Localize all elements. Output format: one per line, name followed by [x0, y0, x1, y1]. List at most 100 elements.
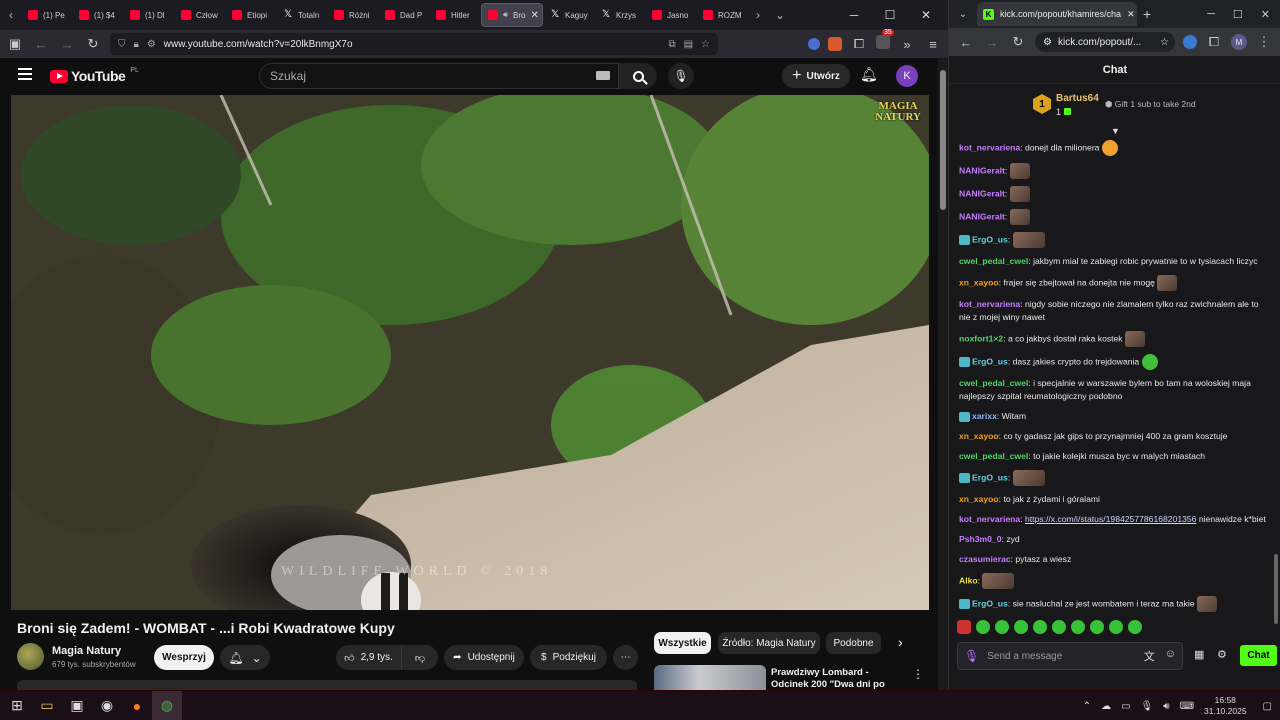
voice-search-button[interactable]: 🎙︎: [668, 63, 694, 89]
chat-username[interactable]: Psh3m0_0: [959, 534, 1002, 544]
tab-kick-chat[interactable]: K kick.com/popout/khamires/cha ✕: [977, 2, 1137, 26]
clock[interactable]: 16:58 31.10.2025: [1204, 695, 1247, 717]
keyboard-icon[interactable]: [596, 71, 610, 80]
chat-scrollbar-thumb[interactable]: [1274, 554, 1278, 624]
emote-icon[interactable]: [1014, 620, 1028, 634]
cloud-icon[interactable]: ☁: [1101, 701, 1111, 712]
create-button[interactable]: + Utwórz: [782, 64, 850, 88]
chips-next-arrow-icon[interactable]: ›: [898, 634, 903, 650]
bookmark-star-icon[interactable]: ☆: [1160, 37, 1175, 48]
extension-badge-icon[interactable]: 35: [876, 28, 894, 54]
chat-emote-icon[interactable]: [1141, 354, 1158, 370]
store-icon[interactable]: ▦: [1194, 648, 1204, 661]
tab-13[interactable]: ROZM: [697, 3, 747, 27]
collapse-pinned-icon[interactable]: ▼: [1111, 126, 1120, 136]
reload-icon[interactable]: ↻: [1009, 34, 1027, 50]
emote-icon[interactable]: [1071, 620, 1085, 634]
tab-2[interactable]: (1) Dl: [124, 3, 174, 27]
chat-username[interactable]: xarixx: [972, 411, 997, 421]
file-explorer-icon[interactable]: ▭: [32, 691, 62, 720]
description-box[interactable]: [17, 680, 637, 690]
chat-username[interactable]: ErgO_us: [972, 234, 1008, 244]
chat-username[interactable]: noxfort1×2: [959, 333, 1003, 343]
monitor-app-icon[interactable]: ▣: [62, 691, 92, 720]
emote-icon[interactable]: [1033, 620, 1047, 634]
more-actions-button[interactable]: ⋯: [613, 645, 638, 670]
support-button[interactable]: Wesprzyj: [154, 645, 214, 670]
close-icon[interactable]: ✕: [1261, 8, 1270, 21]
profile-avatar[interactable]: M: [1231, 34, 1247, 50]
chat-username[interactable]: ErgO_us: [972, 472, 1008, 482]
reader-mode-icon[interactable]: ▤: [684, 39, 693, 50]
speaker-icon[interactable]: 🔊︎: [1163, 701, 1169, 712]
chat-emote-icon[interactable]: [1125, 331, 1145, 347]
extension-icon[interactable]: [1183, 35, 1197, 49]
chat-emote-icon[interactable]: [1196, 596, 1217, 612]
keyboard-tray-icon[interactable]: ⌨: [1180, 701, 1194, 712]
chat-username[interactable]: ErgO_us: [972, 598, 1008, 608]
chat-username[interactable]: xn_xayoo: [959, 277, 999, 287]
extension-fox-icon[interactable]: [828, 37, 842, 51]
account-avatar[interactable]: K: [896, 65, 918, 87]
video-player[interactable]: MAGIA NATURY WILDLIFE WORLD © 2018: [11, 95, 929, 610]
tab-5[interactable]: 𝕏 Totaln: [277, 3, 327, 27]
permissions-icon[interactable]: ⚙: [147, 39, 156, 50]
url-text[interactable]: kick.com/popout/...: [1058, 37, 1141, 48]
maximize-icon[interactable]: ☐: [1233, 8, 1243, 21]
url-bar[interactable]: ⚙ kick.com/popout/... ☆: [1035, 32, 1175, 52]
chat-emote-icon[interactable]: [1012, 232, 1045, 248]
recommended-title[interactable]: Prawdziwy Lombard - Odcinek 200 "Dwa dni…: [771, 667, 903, 690]
lock-icon[interactable]: 🔒︎: [134, 39, 139, 50]
chrome-menu-icon[interactable]: ⋮: [1255, 34, 1273, 50]
tab-3[interactable]: Człow: [175, 3, 225, 27]
pinned-user[interactable]: Bartus64: [1056, 93, 1099, 104]
chat-username[interactable]: NANIGeralt: [959, 188, 1005, 198]
tab-audio-icon[interactable]: 🔊︎: [503, 10, 508, 20]
like-button[interactable]: 👍︎ 2,9 tys.: [336, 645, 401, 670]
tab-scroll-right-icon[interactable]: ›: [747, 4, 769, 26]
bookmark-star-icon[interactable]: ☆: [701, 39, 710, 50]
chat-link[interactable]: https://x.com/i/status/19842577861682013…: [1025, 514, 1197, 524]
chat-scrollbar[interactable]: [1273, 84, 1279, 684]
settings-gear-icon[interactable]: ⚙: [1217, 648, 1227, 661]
tab-close-icon[interactable]: ✕: [531, 10, 539, 21]
channel-name[interactable]: Magia Natury: [52, 645, 121, 657]
recommended-thumbnail[interactable]: [654, 665, 766, 690]
emote-icon[interactable]: [976, 620, 990, 634]
chat-username[interactable]: kot_nervariena: [959, 514, 1020, 524]
channel-avatar[interactable]: [17, 643, 44, 670]
translate-icon[interactable]: 文: [1144, 648, 1155, 664]
extensions-puzzle-icon[interactable]: ⧠: [850, 36, 868, 52]
tab-0[interactable]: (1) Pe: [22, 3, 72, 27]
forward-icon[interactable]: →: [58, 37, 76, 52]
emote-icon[interactable]: [1109, 620, 1123, 634]
sidebar-toggle-icon[interactable]: ▣: [6, 36, 24, 52]
emote-icon[interactable]: [1052, 620, 1066, 634]
url-text[interactable]: www.youtube.com/watch?v=20lkBnmgX7o: [164, 39, 353, 50]
firefox-icon[interactable]: ●: [122, 691, 152, 720]
maximize-icon[interactable]: ☐: [876, 8, 904, 22]
recommended-more-icon[interactable]: ⋮: [912, 667, 924, 681]
chat-username[interactable]: cwel_pedal_cwel: [959, 256, 1028, 266]
network-icon[interactable]: ▭: [1121, 701, 1130, 712]
picture-in-picture-icon[interactable]: ⧉: [668, 39, 675, 50]
chat-username[interactable]: czasumierac: [959, 554, 1011, 564]
hamburger-menu-icon[interactable]: ≡: [924, 37, 942, 52]
gift-text[interactable]: ⬢ Gift 1 sub to take 2nd: [1105, 99, 1196, 110]
page-scrollbar[interactable]: [938, 58, 948, 690]
tab-8[interactable]: Hitler: [430, 3, 480, 27]
chat-emote-icon[interactable]: [1157, 275, 1178, 291]
tab-7[interactable]: Dad P: [379, 3, 429, 27]
send-chat-button[interactable]: Chat: [1240, 645, 1277, 666]
tab-close-icon[interactable]: ✕: [1127, 9, 1135, 20]
chip-source[interactable]: Źródło: Magia Natury: [718, 632, 820, 654]
forward-icon[interactable]: →: [983, 35, 1001, 50]
subscribed-notifications-button[interactable]: 🔔︎ ⌄: [220, 645, 270, 670]
search-button[interactable]: [619, 63, 657, 89]
extension-globe-icon[interactable]: [808, 38, 820, 50]
chrome-icon[interactable]: ◍: [152, 690, 182, 720]
tab-10[interactable]: 𝕏 Kaguy: [544, 3, 594, 27]
start-windows-icon[interactable]: ⊞: [2, 691, 32, 720]
chat-emote-icon[interactable]: [1009, 209, 1030, 225]
chat-emote-icon[interactable]: [1009, 163, 1030, 179]
